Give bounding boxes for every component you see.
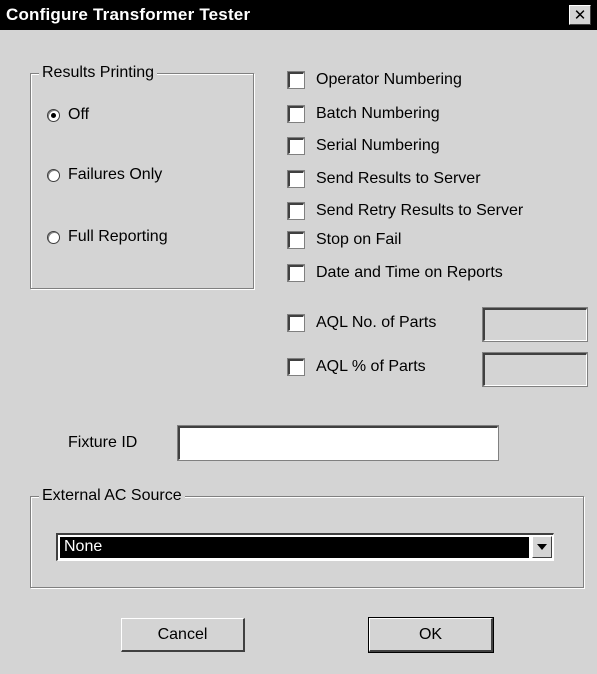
radio-failures-only[interactable]: Failures Only: [47, 166, 162, 184]
checkbox-send-results[interactable]: Send Results to Server: [287, 170, 481, 188]
checkbox-box[interactable]: [287, 170, 305, 188]
cancel-button[interactable]: Cancel: [121, 618, 245, 652]
checkbox-send-retry-results[interactable]: Send Retry Results to Server: [287, 202, 524, 220]
window-title: Configure Transformer Tester: [6, 5, 251, 24]
checkbox-label: Send Retry Results to Server: [316, 202, 524, 219]
external-ac-legend: External AC Source: [39, 487, 185, 505]
results-printing-legend: Results Printing: [39, 64, 158, 82]
checkbox-label: Date and Time on Reports: [316, 264, 503, 281]
radio-indicator[interactable]: [47, 168, 60, 182]
checkbox-box[interactable]: [287, 314, 305, 332]
checkbox-box[interactable]: [287, 137, 305, 155]
radio-off[interactable]: Off: [47, 106, 89, 124]
checkbox-box[interactable]: [287, 231, 305, 249]
checkbox-box[interactable]: [287, 71, 305, 89]
checkbox-box[interactable]: [287, 105, 305, 123]
close-button[interactable]: ✕: [569, 5, 591, 25]
external-ac-select[interactable]: None: [56, 533, 554, 561]
checkbox-aql-pct[interactable]: AQL % of Parts: [287, 358, 426, 376]
checkbox-batch-numbering[interactable]: Batch Numbering: [287, 105, 440, 123]
checkbox-box[interactable]: [287, 264, 305, 282]
radio-failures-only-label: Failures Only: [68, 166, 163, 183]
checkbox-label: Operator Numbering: [316, 71, 462, 88]
fixture-id-input[interactable]: [177, 425, 499, 461]
radio-full-reporting[interactable]: Full Reporting: [47, 228, 168, 246]
checkbox-box[interactable]: [287, 358, 305, 376]
checkbox-stop-on-fail[interactable]: Stop on Fail: [287, 231, 402, 249]
title-bar: Configure Transformer Tester ✕: [0, 0, 597, 30]
checkbox-serial-numbering[interactable]: Serial Numbering: [287, 137, 440, 155]
fixture-id-label: Fixture ID: [68, 434, 138, 451]
chevron-down-icon: [537, 544, 547, 550]
configure-dialog: Configure Transformer Tester ✕ Results P…: [0, 0, 597, 674]
radio-off-label: Off: [68, 106, 90, 123]
radio-indicator[interactable]: [47, 230, 60, 244]
checkbox-label: Stop on Fail: [316, 231, 402, 248]
checkbox-operator-numbering[interactable]: Operator Numbering: [287, 71, 462, 89]
checkbox-aql-no[interactable]: AQL No. of Parts: [287, 314, 437, 332]
dropdown-button[interactable]: [532, 536, 552, 558]
radio-full-reporting-label: Full Reporting: [68, 228, 168, 245]
checkbox-label: Batch Numbering: [316, 105, 440, 122]
ok-button[interactable]: OK: [368, 617, 494, 653]
checkbox-date-time[interactable]: Date and Time on Reports: [287, 264, 503, 282]
radio-indicator[interactable]: [47, 108, 60, 122]
checkbox-label: AQL % of Parts: [316, 358, 426, 375]
close-icon: ✕: [573, 6, 587, 24]
aql-no-input[interactable]: [482, 307, 588, 342]
checkbox-label: Send Results to Server: [316, 170, 481, 187]
checkbox-label: Serial Numbering: [316, 137, 440, 154]
checkbox-box[interactable]: [287, 202, 305, 220]
external-ac-selected-value: None: [60, 537, 529, 558]
aql-pct-input[interactable]: [482, 352, 588, 387]
checkbox-label: AQL No. of Parts: [316, 314, 437, 331]
